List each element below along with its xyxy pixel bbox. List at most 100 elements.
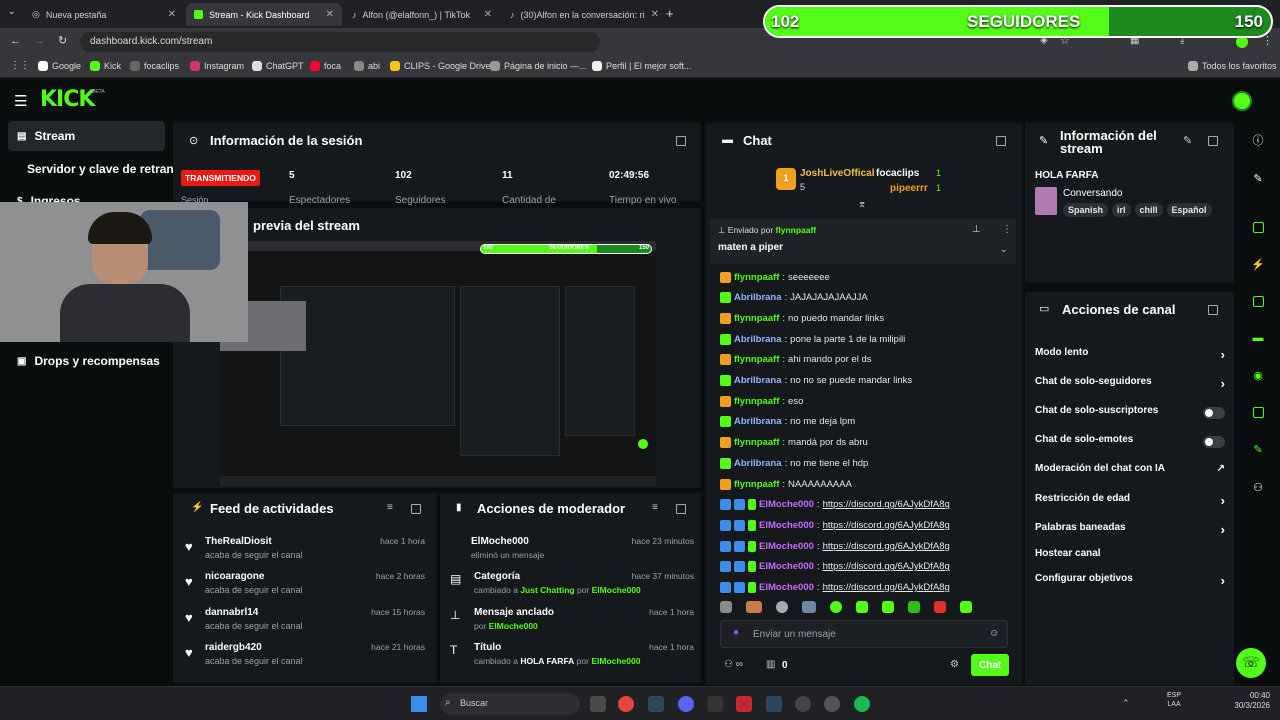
chat-username[interactable]: Abrilbrana	[734, 416, 782, 427]
nav-drops[interactable]: ▣ Drops y recompensas	[8, 346, 165, 376]
mod-user[interactable]: ElMoche000	[471, 536, 529, 547]
browser-tab[interactable]: ◎ Nueva pestaña ✕	[24, 3, 184, 26]
chat-input[interactable]: Enviar un mensaje	[753, 629, 836, 640]
rail-channel-icon[interactable]	[1249, 403, 1267, 421]
spotify-icon[interactable]	[854, 696, 870, 712]
tag-chip[interactable]: Español	[1166, 203, 1212, 217]
rail-broadcast-icon[interactable]: ◉	[1249, 366, 1267, 384]
more-options-icon[interactable]: ⋮	[1002, 224, 1012, 235]
top-gifter-name[interactable]: pipeerrr	[890, 183, 928, 194]
clock[interactable]: 00:40 30/3/2026	[1210, 691, 1270, 711]
steam-icon[interactable]	[648, 696, 664, 712]
support-chat-icon[interactable]: ☏	[1236, 648, 1266, 678]
close-tab-icon[interactable]: ✕	[651, 9, 658, 20]
task-view-icon[interactable]	[590, 696, 606, 712]
tray-chevron-icon[interactable]: ⌃	[1122, 698, 1130, 709]
send-chat-button[interactable]: Chat	[971, 654, 1009, 676]
bookmark-chatgpt[interactable]: ChatGPT	[252, 61, 304, 71]
expand-icon[interactable]	[1208, 136, 1218, 146]
chat-username[interactable]: flynnpaaff	[734, 313, 779, 324]
emote-icon[interactable]	[746, 601, 762, 613]
rail-people-icon[interactable]: ⚇	[1249, 478, 1267, 496]
subs-only-toggle[interactable]	[1203, 407, 1225, 419]
rail-wrench-icon[interactable]: ✎	[1249, 440, 1267, 458]
emote-icon[interactable]	[802, 601, 816, 613]
chat-link[interactable]: https://discord.gg/6AJykDfA8g	[823, 499, 950, 510]
chat-username[interactable]: ElMoche000	[759, 541, 814, 552]
back-icon[interactable]: ←	[10, 35, 21, 47]
info-icon[interactable]: ⓘ	[1249, 131, 1267, 149]
app-icon[interactable]	[824, 696, 840, 712]
tag-chip[interactable]: Spanish	[1063, 203, 1109, 217]
close-tab-icon[interactable]: ✕	[326, 9, 334, 20]
action-emotes-only[interactable]: Chat de solo-emotes	[1035, 434, 1225, 452]
nav-server-key[interactable]: Servidor y clave de retransm	[18, 154, 178, 184]
chat-input-wrap[interactable]: ● Enviar un mensaje ☺	[720, 620, 1008, 648]
chat-link[interactable]: https://discord.gg/6AJykDfA8g	[823, 561, 950, 572]
category-thumbnail[interactable]	[1035, 187, 1057, 215]
emotes-only-toggle[interactable]	[1203, 436, 1225, 448]
chevron-down-icon[interactable]: ⌄	[1000, 244, 1008, 255]
pinned-user[interactable]: flynnpaaff	[776, 225, 817, 235]
feed-user[interactable]: nicoaragone	[205, 571, 264, 582]
action-ai-moderation[interactable]: Moderación del chat con IA ↗	[1035, 463, 1225, 481]
emote-icon[interactable]	[776, 601, 788, 613]
nav-stream[interactable]: ▤ Stream	[8, 121, 165, 151]
edit-pencil-icon[interactable]: ✎	[1183, 134, 1192, 147]
user-avatar[interactable]	[1232, 91, 1252, 111]
discord-icon[interactable]	[678, 696, 694, 712]
bookmark-instagram[interactable]: Instagram	[190, 61, 244, 71]
reload-icon[interactable]: ↻	[58, 34, 67, 47]
top-gifter-name[interactable]: JoshLiveOffical	[800, 168, 874, 179]
language-indicator[interactable]: ESP LAA	[1167, 691, 1181, 709]
bookmark-google[interactable]: Google	[38, 61, 81, 71]
emote-icon[interactable]	[856, 601, 868, 613]
feed-user[interactable]: raidergb420	[205, 642, 262, 653]
mod-desc-category[interactable]: Just Chatting	[520, 585, 574, 595]
chat-username[interactable]: Abrilbrana	[734, 375, 782, 386]
emoji-icon[interactable]: ☺	[989, 628, 999, 639]
emote-icon[interactable]	[908, 601, 920, 613]
expand-icon[interactable]	[676, 136, 686, 146]
emote-icon[interactable]	[720, 601, 732, 613]
expand-icon[interactable]	[676, 504, 686, 514]
apps-grid-icon[interactable]: ⋮⋮	[10, 60, 30, 71]
bookmark-home[interactable]: Página de inicio —...	[490, 61, 587, 71]
bookmark-abi[interactable]: abi	[354, 61, 380, 71]
action-age-restriction[interactable]: Restricción de edad ›	[1035, 493, 1225, 511]
feed-user[interactable]: TheRealDiosit	[205, 536, 272, 547]
chat-username[interactable]: flynnpaaff	[734, 396, 779, 407]
windows-start-icon[interactable]	[411, 696, 427, 712]
emote-icon[interactable]	[830, 601, 842, 613]
chat-link[interactable]: https://discord.gg/6AJykDfA8g	[823, 582, 950, 593]
steam-icon[interactable]	[766, 696, 782, 712]
close-tab-icon[interactable]: ✕	[484, 9, 492, 20]
chat-username[interactable]: Abrilbrana	[734, 458, 782, 469]
bookmark-drive[interactable]: CLIPS - Google Drive	[390, 61, 491, 71]
tab-list-chevron-icon[interactable]: ⌄	[8, 6, 16, 17]
emote-icon[interactable]	[960, 601, 972, 613]
rail-box-icon[interactable]	[1249, 218, 1267, 236]
expand-icon[interactable]	[1208, 305, 1218, 315]
chat-link[interactable]: https://discord.gg/6AJykDfA8g	[823, 541, 950, 552]
mod-desc-user[interactable]: ElMoche000	[591, 656, 640, 666]
url-field[interactable]: dashboard.kick.com/stream	[80, 32, 600, 52]
chat-username[interactable]: ElMoche000	[759, 561, 814, 572]
capcut-icon[interactable]	[707, 696, 723, 712]
new-tab-icon[interactable]: +	[666, 6, 674, 21]
chat-username[interactable]: ElMoche000	[759, 499, 814, 510]
collapse-icon[interactable]: ⌆	[858, 199, 866, 210]
stream-preview-video[interactable]: 102 SEGUIDORES 150	[220, 241, 656, 486]
filter-icon[interactable]: ≡	[387, 502, 393, 513]
chat-link[interactable]: https://discord.gg/6AJykDfA8g	[823, 520, 950, 531]
bookmark-profile[interactable]: Perfil | El mejor soft...	[592, 61, 691, 71]
expand-icon[interactable]	[996, 136, 1006, 146]
bot-icon[interactable]: ⚇ ∞	[724, 659, 743, 670]
settings-gear-icon[interactable]: ⚙	[950, 659, 959, 670]
taskbar-search[interactable]: Buscar	[440, 693, 580, 715]
action-set-goals[interactable]: Configurar objetivos ›	[1035, 573, 1225, 591]
chat-username[interactable]: Abrilbrana	[734, 292, 782, 303]
app-icon[interactable]	[736, 696, 752, 712]
mod-desc-user[interactable]: ElMoche000	[489, 621, 538, 631]
stream-category[interactable]: Conversando	[1063, 188, 1122, 199]
